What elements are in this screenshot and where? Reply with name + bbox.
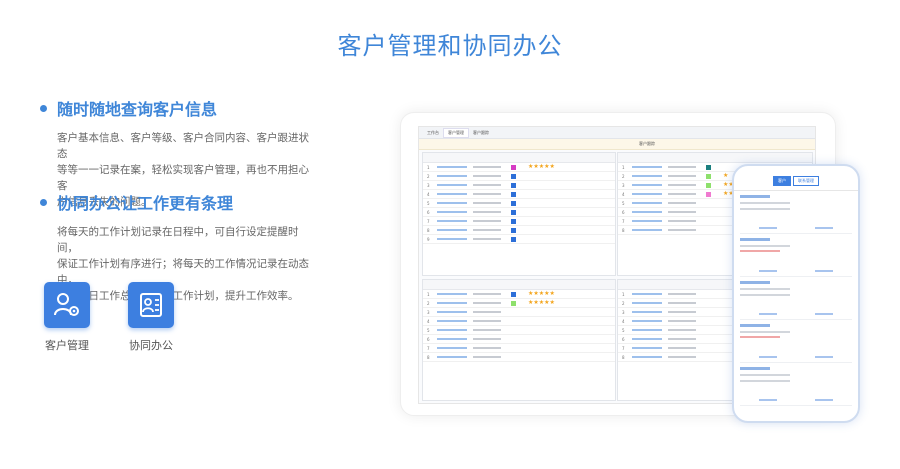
phone-card[interactable]	[740, 195, 852, 234]
tablet-banner-title: 客户跟踪	[639, 141, 655, 146]
phone-segment[interactable]: 联系管理	[793, 176, 819, 186]
bullet-dot	[40, 104, 47, 112]
table-row[interactable]: 8	[423, 226, 615, 235]
feature-title: 随时随地查询客户信息	[57, 100, 218, 119]
module-customer-management[interactable]: 客户管理	[37, 282, 97, 353]
desc-line: 客户基本信息、客户等级、客户合同内容、客户跟进状态	[57, 132, 309, 160]
table-row[interactable]: 7	[423, 217, 615, 226]
phone-card[interactable]	[740, 324, 852, 363]
table-row[interactable]: 4	[423, 190, 615, 199]
phone-card[interactable]	[740, 238, 852, 277]
table-row[interactable]: 9	[423, 235, 615, 244]
tablet-tab[interactable]: 客户管理	[443, 127, 469, 138]
phone-mockup: 客户 联系管理	[732, 164, 860, 423]
desc-line: 将每天的工作计划记录在日程中，可自行设定提醒时间，	[57, 226, 299, 254]
table-row[interactable]: 5	[423, 199, 615, 208]
bullet-dot	[40, 198, 47, 206]
table-row[interactable]: 8	[423, 353, 615, 362]
phone-segment[interactable]: 客户	[773, 176, 791, 186]
table-row[interactable]: 4	[423, 317, 615, 326]
collaboration-icon[interactable]	[128, 282, 174, 328]
table-row[interactable]: 2 ★★★★★	[423, 299, 615, 308]
page-title: 客户管理和协同办公	[337, 32, 563, 60]
tablet-panel: 1 ★★★★★ 2 ★★★★★ 3 4 5 6 7 8	[422, 279, 616, 401]
tablet-tab[interactable]: 客户跟踪	[469, 129, 493, 137]
table-row[interactable]: 6	[423, 335, 615, 344]
tablet-banner: 客户跟踪	[419, 139, 815, 150]
table-row[interactable]: 7	[423, 344, 615, 353]
table-row[interactable]: 3	[423, 308, 615, 317]
tablet-tabbar: 工作台 客户管理 客户跟踪	[419, 127, 815, 139]
table-row[interactable]: 5	[423, 326, 615, 335]
table-row[interactable]: 2	[423, 172, 615, 181]
module-label: 客户管理	[45, 339, 89, 352]
table-row[interactable]: 3	[423, 181, 615, 190]
phone-card[interactable]	[740, 281, 852, 320]
feature-title: 协同办公让工作更有条理	[57, 194, 234, 213]
module-label: 协同办公	[129, 339, 173, 352]
table-row[interactable]: 1 ★★★★★	[423, 163, 615, 172]
customer-management-icon[interactable]	[44, 282, 90, 328]
table-row[interactable]: 6	[423, 208, 615, 217]
table-row[interactable]: 1 ★★★★★	[423, 290, 615, 299]
phone-segment-bar: 客户 联系管理	[734, 172, 858, 191]
tablet-panel: 1 ★★★★★ 2 3 4 5 6 7 8 9	[422, 152, 616, 276]
module-collaboration[interactable]: 协同办公	[121, 282, 181, 353]
phone-card[interactable]	[740, 367, 852, 406]
tablet-tab[interactable]: 工作台	[423, 129, 443, 137]
